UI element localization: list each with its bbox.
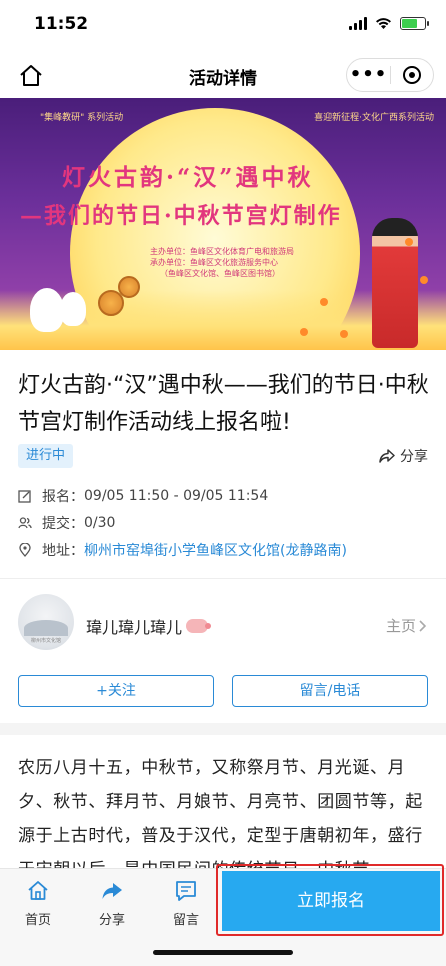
share-button[interactable]: 分享	[378, 446, 428, 466]
osmanthus-blossom	[300, 328, 308, 336]
close-mini-program-button[interactable]	[391, 66, 433, 84]
activity-title: 灯火古韵·“汉”遇中秋——我们的节日·中秋节宫灯制作活动线上报名啦!	[18, 373, 429, 435]
tab-home[interactable]: 首页	[8, 879, 68, 928]
follow-button[interactable]: +关注	[18, 675, 214, 707]
banner-org-sub: （鱼峰区文化馆、鱼峰区图书馆）	[160, 269, 280, 278]
mooncake-illustration	[118, 276, 140, 298]
message-phone-button[interactable]: 留言/电话	[232, 675, 428, 707]
mini-program-capsule: •••	[346, 58, 434, 92]
banner-campaign-label: 喜迎新征程·文化广西系列活动	[314, 113, 434, 123]
banner-organizers: 主办单位：鱼峰区文化体育广电和旅游局 承办单位：鱼峰区文化旅游服务中心 （鱼峰区…	[150, 246, 294, 279]
status-time: 11:52	[34, 14, 89, 34]
activity-banner: "集峰教研" 系列活动 喜迎新征程·文化广西系列活动 灯火古韵·“汉”遇中秋 —…	[0, 98, 446, 350]
target-icon	[402, 66, 421, 84]
message-icon	[176, 881, 196, 901]
avatar-caption: 柳州市文化馆	[30, 638, 61, 644]
pig-emoji-icon	[186, 619, 212, 633]
banner-series-label: "集峰教研" 系列活动	[40, 113, 124, 123]
rabbit-illustration	[30, 288, 64, 332]
banner-org-host: 主办单位：鱼峰区文化体育广电和旅游局	[150, 247, 294, 256]
divider	[0, 578, 446, 579]
address-label: 地址：	[42, 543, 84, 559]
signup-time-row: 报名： 09/05 11:50 - 09/05 11:54	[18, 486, 268, 506]
location-icon	[19, 543, 31, 557]
signup-time-label: 报名：	[42, 489, 84, 505]
battery-icon	[400, 16, 429, 30]
status-badge: 进行中	[18, 444, 74, 468]
chevron-right-icon	[419, 619, 427, 632]
activity-description: 农历八月十五，中秋节，又称祭月节、月光诞、月夕、秋节、拜月节、月娘节、月亮节、团…	[18, 758, 423, 871]
submission-row: 提交： 0/30	[18, 513, 115, 533]
banner-title-line1: 灯火古韵·“汉”遇中秋	[62, 164, 314, 191]
edit-icon	[18, 490, 31, 503]
banner-org-undertake: 承办单位：鱼峰区文化旅游服务中心	[150, 258, 278, 267]
signup-time-value: 09/05 11:50 - 09/05 11:54	[84, 488, 269, 504]
section-separator	[0, 723, 446, 735]
nav-bar: 活动详情 •••	[0, 52, 446, 98]
wifi-icon	[376, 17, 391, 29]
address-row: 地址： 柳州市窑埠街小学鱼峰区文化馆(龙静路南)	[18, 540, 347, 560]
tab-message[interactable]: 留言	[156, 879, 216, 928]
share-icon	[379, 449, 395, 463]
signup-now-button[interactable]: 立即报名	[222, 871, 440, 931]
more-icon[interactable]: •••	[347, 60, 390, 90]
submission-value: 0/30	[84, 515, 116, 531]
hanfu-lady-illustration	[372, 218, 418, 348]
organizer-homepage-link[interactable]: 主页	[386, 615, 428, 636]
share-label: 分享	[400, 449, 428, 465]
address-link[interactable]: 柳州市窑埠街小学鱼峰区文化馆(龙静路南)	[84, 540, 347, 560]
home-indicator	[153, 950, 293, 955]
osmanthus-blossom	[420, 276, 428, 284]
organizer-avatar[interactable]: 柳州市文化馆	[18, 594, 74, 650]
submission-label: 提交：	[42, 516, 84, 532]
banner-title-line2: —我们的节日·中秋节宫灯制作	[20, 203, 342, 229]
tab-message-label: 留言	[172, 913, 199, 928]
osmanthus-blossom	[340, 330, 348, 338]
organizer-name-text: 瑋儿瑋儿瑋儿	[86, 618, 183, 637]
home-icon	[28, 881, 48, 900]
osmanthus-blossom	[320, 298, 328, 306]
status-icons	[349, 16, 429, 30]
share-icon	[102, 883, 122, 899]
users-icon	[18, 517, 32, 529]
homepage-label: 主页	[385, 617, 416, 635]
signal-icon	[349, 16, 367, 30]
tab-share[interactable]: 分享	[82, 879, 142, 928]
tab-share-label: 分享	[98, 913, 125, 928]
rabbit-illustration	[60, 292, 86, 326]
status-bar: 11:52	[0, 0, 446, 52]
osmanthus-blossom	[405, 238, 413, 246]
organizer-name[interactable]: 瑋儿瑋儿瑋儿	[86, 614, 212, 638]
tab-home-label: 首页	[24, 913, 51, 928]
